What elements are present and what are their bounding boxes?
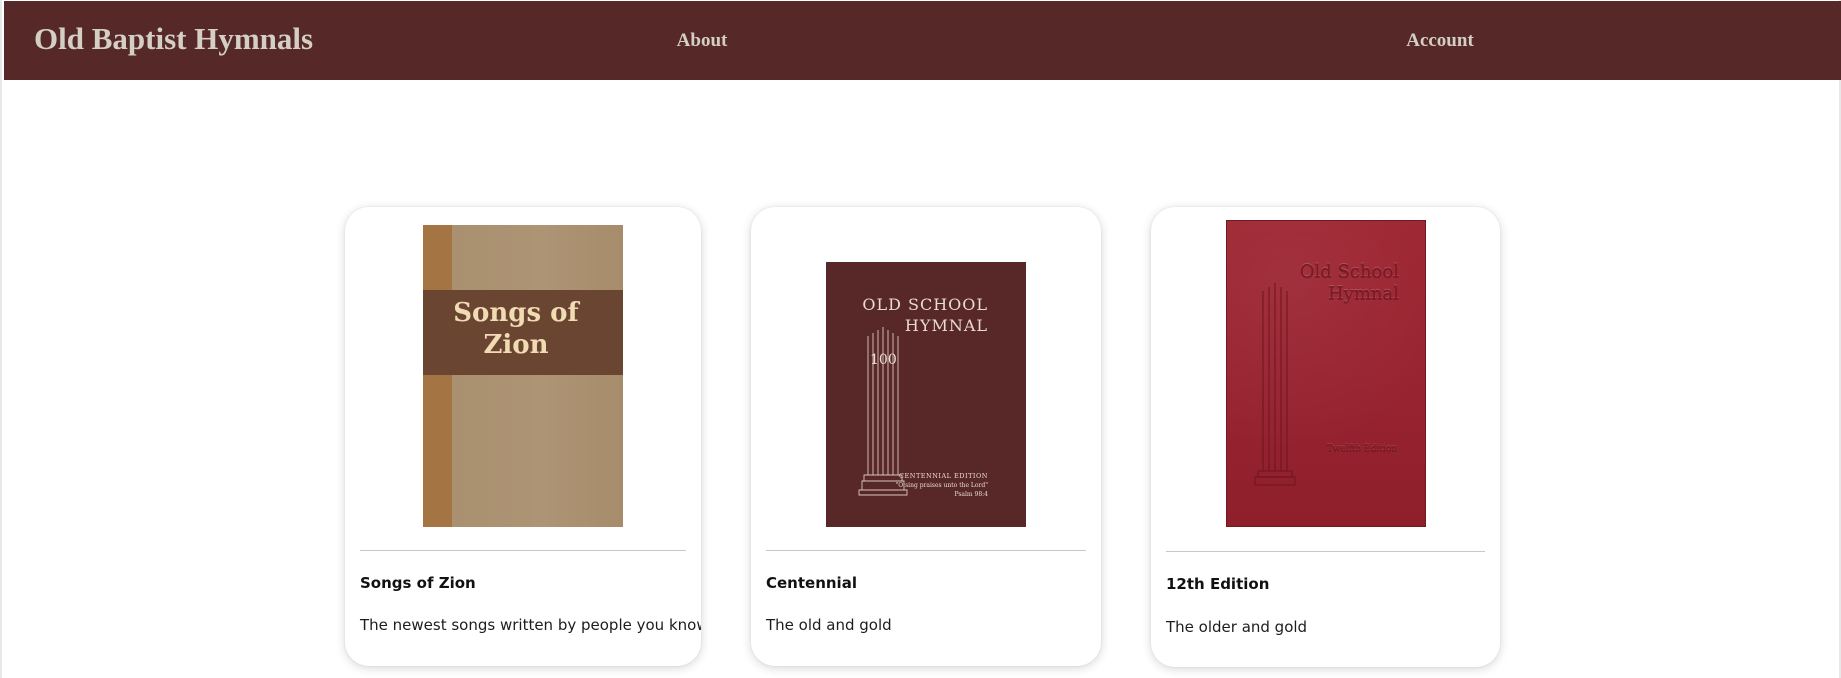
cover-title: OLD SCHOOL HYMNAL: [862, 294, 988, 336]
cover-edition: CENTENNIAL EDITION: [899, 472, 988, 480]
cover-title-line: Hymnal: [1327, 283, 1399, 304]
card-description: The older and gold: [1166, 618, 1308, 636]
cover-title: Old School Hymnal: [1300, 261, 1399, 305]
page: Old Baptist Hymnals About Account Songs …: [0, 0, 1841, 678]
book-cover-image[interactable]: Old School Hymnal Twelfth Edition: [1226, 220, 1426, 527]
card-title: Songs of Zion: [360, 574, 476, 592]
card-divider: [360, 550, 686, 551]
nav-link-account[interactable]: Account: [1406, 30, 1474, 52]
cover-title-line: Songs of: [453, 298, 579, 328]
book-cover-image[interactable]: Songs of Zion: [423, 225, 623, 527]
cover-badge: 100: [870, 352, 897, 368]
cover-title-line: Zion: [483, 330, 549, 360]
card-cover-area: 100 OLD SCHOOL HYMNAL CENTENNIAL EDITION…: [751, 207, 1101, 551]
book-cover-image[interactable]: 100 OLD SCHOOL HYMNAL CENTENNIAL EDITION…: [826, 262, 1026, 527]
cover-title: Songs of Zion: [441, 297, 591, 361]
card-title: Centennial: [766, 574, 857, 592]
cover-edition: Twelfth Edition: [1326, 444, 1397, 454]
card-divider: [1166, 551, 1485, 552]
cover-edition-text: Twelfth Edition: [1327, 443, 1397, 455]
top-navbar: Old Baptist Hymnals About Account: [4, 1, 1841, 80]
card-cover-area: Old School Hymnal Twelfth Edition: [1151, 207, 1500, 551]
nav-link-about[interactable]: About: [677, 30, 728, 52]
cover-reference: Psalm 98:4: [954, 491, 988, 498]
cover-quote: "O sing praises unto the Lord": [895, 482, 988, 489]
cover-edition-text: CENTENNIAL EDITION "O sing praises unto …: [896, 472, 988, 499]
hymnal-card-songs-of-zion[interactable]: Songs of Zion Songs of Zion The newest s…: [345, 207, 701, 666]
cover-title-line: OLD SCHOOL: [862, 295, 988, 314]
brand-logo-link[interactable]: Old Baptist Hymnals: [34, 21, 313, 57]
card-divider: [766, 550, 1086, 551]
cover-title-line: HYMNAL: [904, 316, 988, 335]
card-cover-area: Songs of Zion: [345, 207, 701, 551]
card-description: The newest songs written by people you k…: [360, 616, 701, 634]
hymnal-card-centennial[interactable]: 100 OLD SCHOOL HYMNAL CENTENNIAL EDITION…: [751, 207, 1101, 666]
cover-title-line: Old School: [1299, 261, 1399, 282]
card-description: The old and gold: [766, 616, 892, 634]
card-title: 12th Edition: [1166, 575, 1270, 593]
hymnal-card-12th-edition[interactable]: Old School Hymnal Twelfth Edition 12th E…: [1151, 207, 1500, 667]
